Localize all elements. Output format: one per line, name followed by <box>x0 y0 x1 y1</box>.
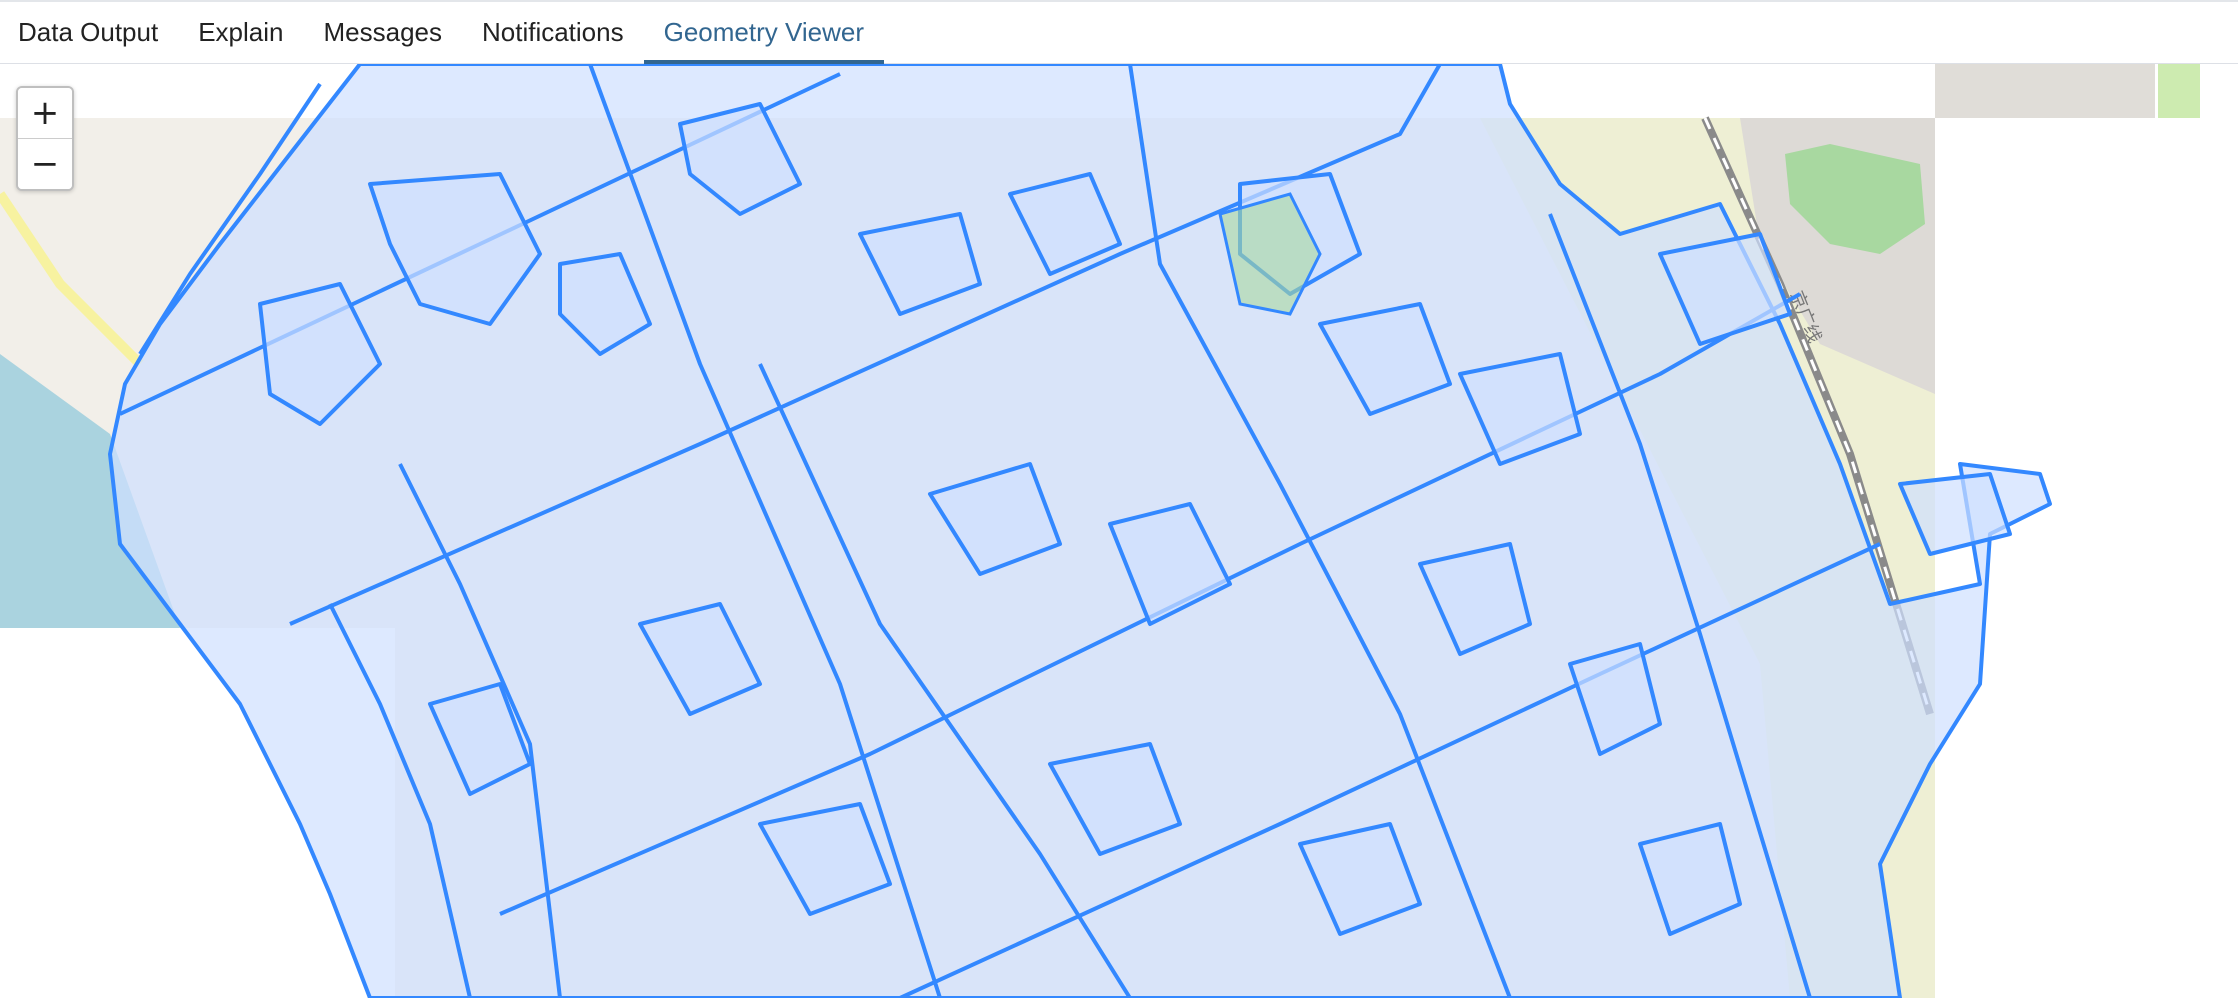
zoom-in-button[interactable]: + <box>18 88 72 138</box>
park-tile-top <box>2158 64 2200 118</box>
grey-tile-top <box>1935 64 2155 118</box>
tab-geometry-viewer[interactable]: Geometry Viewer <box>643 2 885 64</box>
map-viewport[interactable]: 京广线 + − <box>0 64 2238 998</box>
tab-notifications[interactable]: Notifications <box>462 2 644 63</box>
result-tab-bar: Data Output Explain Messages Notificatio… <box>0 2 2238 64</box>
map-canvas[interactable]: 京广线 <box>0 64 2238 998</box>
zoom-control: + − <box>16 86 74 191</box>
tab-explain[interactable]: Explain <box>178 2 303 63</box>
tab-messages[interactable]: Messages <box>303 2 462 63</box>
geometry-viewer-panel: Data Output Explain Messages Notificatio… <box>0 0 2238 998</box>
tab-data-output[interactable]: Data Output <box>0 2 178 63</box>
zoom-out-button[interactable]: − <box>18 138 72 189</box>
